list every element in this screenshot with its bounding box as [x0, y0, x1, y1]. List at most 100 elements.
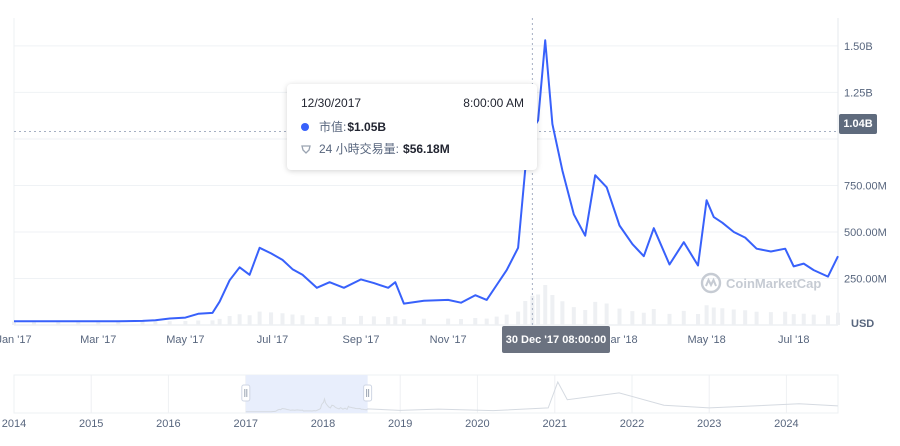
tooltip-market-cap-value: $1.05B	[347, 119, 387, 134]
volume-bar	[543, 285, 548, 325]
tooltip-market-cap-label: 市值:	[319, 120, 347, 134]
tooltip: 12/30/2017 8:00:00 AM 市值: $1.05B 24 小時交易…	[287, 84, 537, 170]
volume-bar	[811, 314, 816, 325]
volume-bar	[696, 314, 701, 325]
volume-bar	[269, 312, 274, 325]
volume-bar	[371, 316, 376, 325]
navigator-year-label: 2019	[388, 418, 412, 430]
volume-bar	[560, 301, 565, 325]
volume-shield-icon	[301, 144, 311, 154]
navigator-year-label: 2020	[465, 418, 489, 430]
volume-bar	[196, 320, 201, 325]
tooltip-date: 12/30/2017	[301, 96, 362, 110]
volume-bar	[314, 317, 319, 325]
volume-bar	[651, 309, 656, 325]
market-cap-dot-icon	[301, 122, 309, 131]
volume-bar	[516, 311, 521, 325]
volume-bar	[227, 316, 232, 325]
volume-bar	[681, 310, 686, 325]
navigator-year-label: 2021	[543, 418, 567, 430]
navigator-year-label: 2017	[234, 418, 258, 430]
y-unit-label: USD	[851, 318, 874, 330]
volume-bar	[523, 301, 528, 325]
volume-bar	[593, 301, 598, 325]
volume-bar	[604, 303, 609, 325]
navigator-right-handle[interactable]	[363, 384, 373, 402]
navigator-year-label: 2022	[620, 418, 644, 430]
tooltip-market-cap-row: 市值: $1.05B	[301, 118, 386, 135]
volume-bar	[720, 308, 725, 325]
x-tick-label: Mar '17	[80, 334, 116, 346]
y-tick-label: 1.50B	[844, 41, 873, 53]
volume-bar	[280, 313, 285, 325]
y-tick-label: 750.00M	[844, 180, 887, 192]
volume-bar	[401, 319, 406, 325]
volume-bar	[743, 310, 748, 325]
crosshair-price-label: 1.04B	[839, 114, 877, 134]
tooltip-volume-label: 24 小時交易量:	[319, 142, 400, 156]
y-tick-label: 1.25B	[844, 87, 873, 99]
volume-bar	[183, 321, 188, 325]
volume-bar	[210, 320, 215, 325]
volume-bar	[484, 318, 489, 325]
volume-bar	[290, 314, 295, 325]
x-tick-label: May '17	[166, 334, 204, 346]
volume-bar	[153, 321, 158, 325]
y-tick-label: 500.00M	[844, 227, 887, 239]
volume-bar	[667, 313, 672, 325]
x-tick-label: Sep '17	[343, 334, 380, 346]
navigator-year-label: 2018	[311, 418, 335, 430]
volume-bar	[704, 305, 709, 325]
market-cap-chart[interactable]: 250.00M 500.00M 750.00M 1.25B 1.50B USD Jan '1…	[0, 0, 900, 441]
tooltip-time: 8:00:00 AM	[463, 96, 524, 110]
x-tick-label: Jul '18	[778, 334, 809, 346]
volume-bar	[530, 295, 535, 325]
volume-bar	[536, 294, 541, 325]
watermark-text: CoinMarketCap	[726, 275, 822, 291]
coinmarketcap-logo-icon	[700, 272, 722, 294]
x-tick-label: Nov '17	[430, 334, 467, 346]
crosshair-date-label: 30 Dec '17 08:00:00	[502, 326, 610, 353]
volume-bar	[731, 309, 736, 325]
volume-bar	[754, 311, 759, 325]
volume-bar	[421, 318, 426, 325]
volume-bar	[550, 295, 555, 325]
volume-bar	[583, 310, 588, 325]
volume-bar	[826, 315, 831, 325]
tooltip-volume-row: 24 小時交易量: $56.18M	[301, 140, 450, 157]
volume-bar	[327, 316, 332, 325]
volume-bar	[237, 314, 242, 325]
navigator-left-handle[interactable]	[241, 384, 251, 402]
navigator-year-label: 2014	[2, 418, 26, 430]
x-tick-label: Jul '17	[257, 334, 288, 346]
navigator[interactable]: 2014 2015 2016 2017 2018 2019 2020 2021 2022 2023…	[2, 374, 839, 430]
volume-bar	[167, 321, 172, 325]
volume-bar	[641, 312, 646, 325]
volume-bar	[300, 315, 305, 325]
volume-bar	[571, 307, 576, 325]
volume-bar	[768, 312, 773, 325]
volume-bar	[617, 308, 622, 325]
volume-bar	[386, 317, 391, 325]
volume-bar	[458, 319, 463, 325]
tooltip-volume-value: $56.18M	[403, 141, 450, 156]
watermark: CoinMarketCap	[700, 272, 821, 294]
y-tick-label: 250.00M	[844, 273, 887, 285]
volume-bar	[504, 314, 509, 325]
volume-bar	[140, 321, 145, 325]
volume-bar	[630, 311, 635, 325]
navigator-year-label: 2016	[156, 418, 180, 430]
x-tick-label: May '18	[688, 334, 726, 346]
volume-bar	[359, 315, 364, 325]
volume-bar	[801, 313, 806, 325]
volume-bar	[341, 317, 346, 325]
chart-canvas[interactable]: 250.00M 500.00M 750.00M 1.25B 1.50B USD Jan '1…	[0, 0, 900, 441]
volume-bar	[393, 316, 398, 325]
volume-bar	[836, 312, 840, 325]
navigator-year-label: 2023	[697, 418, 721, 430]
volume-bar	[247, 315, 252, 325]
volume-bar	[494, 316, 499, 325]
volume-bar	[446, 318, 451, 325]
navigator-year-label: 2015	[79, 418, 103, 430]
volume-bar	[791, 314, 796, 325]
